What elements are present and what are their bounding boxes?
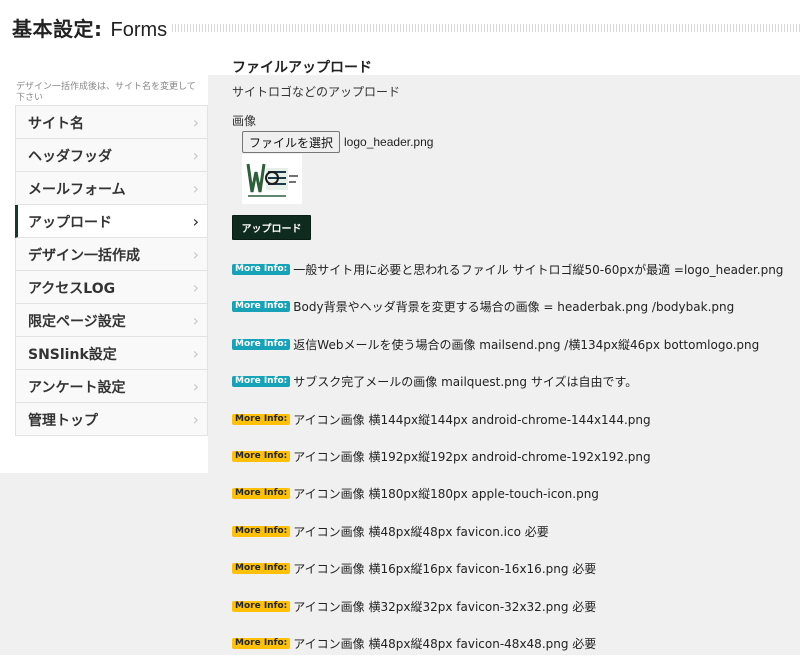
sidebar-item-label: デザイン一括作成 [28,248,140,264]
more-info-badge: More Info: [232,525,291,537]
chevron-right-icon: › [192,245,199,264]
sidebar: デザイン一括作成後は、サイト名を変更して下さい サイト名 › ヘッダフッダ › … [0,55,208,473]
sidebar-item-survey[interactable]: アンケート設定 › [15,370,208,403]
info-row: More Info: アイコン画像 横48px縦48px favicon-48x… [232,635,783,672]
more-info-badge: More Info: [232,376,291,388]
more-info-badge: More Info: [232,413,291,425]
chevron-right-icon: › [192,377,199,396]
sidebar-item-label: 管理トップ [28,413,98,429]
more-info-badge: More Info: [232,488,291,500]
sidebar-item-admin-top[interactable]: 管理トップ › [15,403,208,436]
chevron-right-icon: › [192,311,199,330]
selected-file-name: logo_header.png [344,135,434,149]
info-text: アイコン画像 横32px縦32px favicon-32x32.png 必要 [293,599,597,614]
sidebar-item-label: ヘッダフッダ [28,149,112,165]
chevron-right-icon: › [192,410,199,429]
choose-file-button[interactable]: ファイルを選択 [242,131,341,153]
page-title: 基本設定: Forms [12,13,167,42]
info-row: More Info: アイコン画像 横180px縦180px apple-tou… [232,485,783,522]
more-info-badge: More Info: [232,563,291,575]
chevron-right-icon: › [192,212,199,231]
more-info-badge: More Info: [232,450,291,462]
chevron-right-icon: › [192,113,199,132]
info-row: More Info: アイコン画像 横144px縦144px android-c… [232,411,783,448]
info-row: More Info: 一般サイト用に必要と思われるファイル サイトロゴ縦50-6… [232,261,783,298]
info-text: アイコン画像 横48px縦48px favicon-48x48.png 必要 [293,636,597,651]
chevron-right-icon: › [192,146,199,165]
more-info-badge: More Info: [232,264,291,275]
image-field-label: 画像 [232,114,257,128]
info-text: 一般サイト用に必要と思われるファイル サイトロゴ縦50-60pxが最適 =log… [293,263,784,277]
title-dotted-rule [172,24,800,32]
sidebar-item-label: アクセスLOG [28,281,116,297]
info-row: More Info: アイコン画像 横192px縦192px android-c… [232,448,783,485]
sidebar-item-access-log[interactable]: アクセスLOG › [15,271,208,304]
chevron-right-icon: › [192,278,199,297]
page-title-main: 基本設定: [12,17,103,41]
info-text: アイコン画像 横144px縦144px android-chrome-144x1… [293,412,651,427]
sidebar-item-site-name[interactable]: サイト名 › [15,105,208,139]
chevron-right-icon: › [192,344,199,363]
info-text: アイコン画像 横180px縦180px apple-touch-icon.png [293,487,599,502]
info-row: More Info: サブスク完了メールの画像 mailquest.png サイ… [232,373,783,410]
info-list: More Info: 一般サイト用に必要と思われるファイル サイトロゴ縦50-6… [232,261,783,672]
section-subtitle: サイトロゴなどのアップロード [232,85,401,99]
page-header: 基本設定: Forms [0,0,800,55]
info-row: More Info: Body背景やヘッダ背景を変更する場合の画像 = head… [232,298,783,335]
sidebar-item-label: アンケート設定 [28,380,126,396]
info-text: アイコン画像 横48px縦48px favicon.ico 必要 [293,524,549,539]
sidebar-item-limited-page[interactable]: 限定ページ設定 › [15,304,208,337]
sidebar-item-header-footer[interactable]: ヘッダフッダ › [15,139,208,172]
info-text: アイコン画像 横16px縦16px favicon-16x16.png 必要 [293,562,597,577]
info-row: More Info: アイコン画像 横16px縦16px favicon-16x… [232,560,783,597]
sidebar-item-label: 限定ページ設定 [28,314,126,330]
file-input: ファイルを選択 logo_header.png [242,131,433,153]
info-text: 返信Webメールを使う場合の画像 mailsend.png /横134px縦46… [293,337,760,352]
sidebar-item-snslink[interactable]: SNSlink設定 › [15,337,208,370]
info-row: More Info: アイコン画像 横32px縦32px favicon-32x… [232,598,783,635]
sidebar-note: デザイン一括作成後は、サイト名を変更して下さい [16,82,196,103]
more-info-badge: More Info: [232,338,291,350]
more-info-badge: More Info: [232,637,291,649]
upload-button[interactable]: アップロード [232,215,311,240]
section-title: ファイルアップロード [232,60,372,76]
info-row: More Info: 返信Webメールを使う場合の画像 mailsend.png… [232,336,783,373]
info-row: More Info: アイコン画像 横48px縦48px favicon.ico… [232,523,783,560]
sidebar-nav: サイト名 › ヘッダフッダ › メールフォーム › アップロード › デザイン一… [15,105,208,436]
sidebar-item-design-bulk[interactable]: デザイン一括作成 › [15,238,208,271]
chevron-right-icon: › [192,179,199,198]
info-text: サブスク完了メールの画像 mailquest.png サイズは自由です。 [293,375,638,390]
sidebar-item-label: SNSlink設定 [28,347,117,363]
sidebar-item-label: メールフォーム [28,182,126,198]
page-title-sub: Forms [110,19,168,41]
sidebar-item-mail-form[interactable]: メールフォーム › [15,172,208,205]
info-text: Body背景やヘッダ背景を変更する場合の画像 = headerbak.png /… [293,300,735,315]
sidebar-item-label: サイト名 [28,116,84,132]
info-text: アイコン画像 横192px縦192px android-chrome-192x1… [293,449,651,464]
more-info-badge: More Info: [232,600,291,612]
logo-preview-image [242,154,302,204]
more-info-badge: More Info: [232,301,291,313]
sidebar-item-upload[interactable]: アップロード › [15,205,208,238]
sidebar-item-label: アップロード [28,215,112,231]
